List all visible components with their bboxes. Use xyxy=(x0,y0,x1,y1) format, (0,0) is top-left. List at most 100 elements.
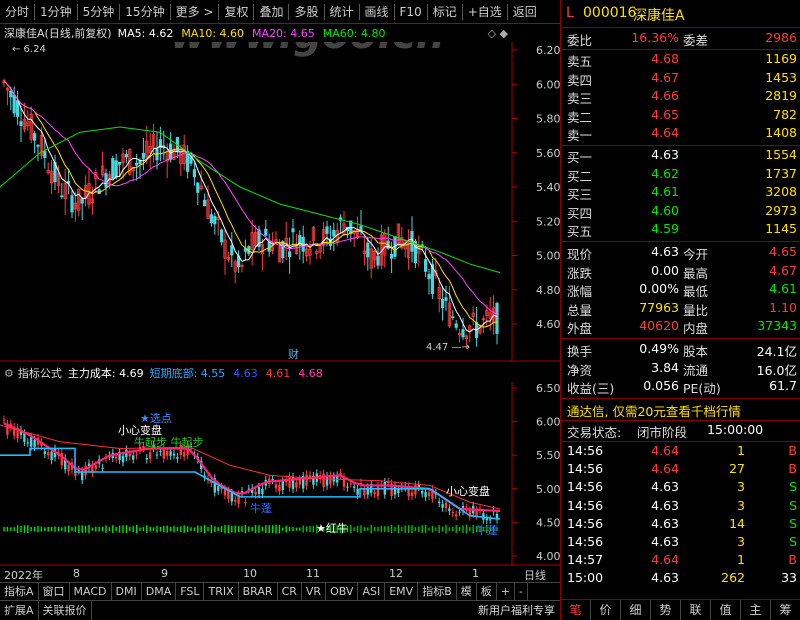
ind-value-3: 4.68 xyxy=(298,366,323,380)
bid-price: 4.60 xyxy=(651,202,679,218)
stat-label: 涨幅 xyxy=(567,284,593,300)
candle-body xyxy=(389,254,394,259)
indicator-tab-2[interactable]: MACD xyxy=(70,582,112,601)
panel-divider xyxy=(561,27,800,28)
sub-candle-body xyxy=(485,518,488,521)
tick-side: B xyxy=(788,461,797,477)
indicator-tab-3[interactable]: DMI xyxy=(112,582,142,601)
toolbar-item-12[interactable]: +自选 xyxy=(463,3,507,20)
panel-divider xyxy=(561,338,800,339)
ask-label: 卖五 xyxy=(567,54,593,69)
detail-tab-7[interactable]: 筹 xyxy=(771,600,800,620)
sub-candle-body xyxy=(288,476,291,488)
indicator-name[interactable]: 指标公式 xyxy=(18,365,62,381)
tick-row: 14:56 4.63 3 S xyxy=(561,479,800,498)
candle-body xyxy=(264,228,268,236)
indicator-tab-15[interactable]: 板 xyxy=(477,582,497,601)
ind-value-2: 4.61 xyxy=(265,366,291,380)
stat2-row: 净资 3.84 流通 16.0亿 xyxy=(561,360,800,379)
low-marker: 4.47 —→ xyxy=(426,342,470,353)
detail-tab-3[interactable]: 势 xyxy=(651,600,681,620)
detail-tab-2[interactable]: 细 xyxy=(621,600,651,620)
period-label[interactable]: 日线 xyxy=(524,567,546,583)
indicator-tab-11[interactable]: ASI xyxy=(358,582,386,601)
detail-tab-5[interactable]: 值 xyxy=(711,600,741,620)
toolbar-item-6[interactable]: 叠加 xyxy=(254,3,288,20)
stat-value: 16.0亿 xyxy=(756,362,797,378)
indicator-tab-4[interactable]: DMA xyxy=(142,582,177,601)
candle-body xyxy=(104,173,108,188)
candle-body xyxy=(36,144,40,147)
indicator-tab-5[interactable]: FSL xyxy=(176,582,205,601)
toolbar-item-3[interactable]: 15分钟 xyxy=(120,3,169,20)
stat-label: 内盘 xyxy=(683,321,709,337)
detail-tab-4[interactable]: 联 xyxy=(681,600,711,620)
indicator-tab-16[interactable]: + xyxy=(497,582,515,601)
toolbar-item-5[interactable]: 复权 xyxy=(219,3,253,20)
toolbar-item-0[interactable]: 分时 xyxy=(0,3,34,20)
ask-volume: 1169 xyxy=(765,51,797,66)
indicator-tab-0[interactable]: 指标A xyxy=(0,582,39,601)
indicator-gear-icon[interactable]: ⚙ xyxy=(0,367,18,380)
candle-body xyxy=(70,195,74,213)
stat-value: 0.00 xyxy=(651,262,679,278)
ask-volume: 2819 xyxy=(765,88,797,104)
indicator-tab-8[interactable]: CR xyxy=(278,582,302,601)
stat-row: 涨跌 0.00 最高 4.67 xyxy=(561,263,800,282)
tick-time: 15:00 xyxy=(567,570,604,586)
detail-tab-1[interactable]: 价 xyxy=(591,600,621,620)
status-related-quote[interactable]: 关联报价 xyxy=(39,601,92,620)
chart-title-bar: 深康佳A(日线,前复权) MA5: 4.62 MA10: 4.60 MA20: … xyxy=(0,24,512,42)
toolbar-item-2[interactable]: 5分钟 xyxy=(78,3,120,20)
indicator-chart[interactable]: 6.506.005.505.004.504.00★选点小心变盘牛起步 牛起步小心… xyxy=(0,382,560,566)
toolbar-item-4[interactable]: 更多 > xyxy=(171,3,219,20)
indicator-tab-9[interactable]: VR xyxy=(302,582,327,601)
date-sep: 9 xyxy=(161,567,168,580)
toolbar-item-8[interactable]: 统计 xyxy=(325,3,359,20)
tick-volume: 14 xyxy=(729,515,745,531)
sub-candle-body xyxy=(234,499,237,502)
sub-candle-body xyxy=(451,512,454,514)
toolbar-item-7[interactable]: 多股 xyxy=(289,3,323,20)
promo-row[interactable]: 通达信, 仅需20元查看千档行情 xyxy=(561,401,800,420)
weibi-label: 委比 xyxy=(567,33,593,48)
candle-body xyxy=(376,255,380,266)
ask-price: 4.64 xyxy=(651,125,679,141)
toolbar-item-1[interactable]: 1分钟 xyxy=(35,3,77,20)
sub-candle-body xyxy=(421,490,424,494)
new-user-promo[interactable]: 新用户福利专享 xyxy=(478,602,555,618)
tick-side: 33 xyxy=(781,570,797,586)
chart-settings-icon[interactable]: ◇ ◆ xyxy=(488,27,512,40)
indicator-tab-14[interactable]: 模 xyxy=(457,582,477,601)
toolbar-item-9[interactable]: 画线 xyxy=(360,3,394,20)
tick-side: S xyxy=(789,534,797,549)
status-expand[interactable]: 扩展A xyxy=(0,601,39,620)
date-nov: 11 xyxy=(306,567,320,580)
indicator-tab-1[interactable]: 窗口 xyxy=(39,582,70,601)
indicator-tab-12[interactable]: EMV xyxy=(385,582,419,601)
bid-row: 买一 4.63 1554 xyxy=(561,147,800,166)
sub-candle-body xyxy=(128,453,131,457)
candle-body xyxy=(19,121,23,126)
detail-tab-6[interactable]: 主 xyxy=(741,600,771,620)
toolbar-item-10[interactable]: F10 xyxy=(395,5,427,19)
toolbar-item-13[interactable]: 返回 xyxy=(508,3,542,20)
stat-value: 4.65 xyxy=(769,244,797,259)
sub-candle-body xyxy=(458,511,461,513)
indicator-tab-6[interactable]: TRIX xyxy=(204,582,239,601)
finance-marker[interactable]: 财 xyxy=(288,347,299,361)
tick-time: 14:56 xyxy=(567,461,604,477)
sub-candle-body xyxy=(356,488,359,495)
stat-value: 61.7 xyxy=(769,378,797,394)
bid-row: 买四 4.60 2973 xyxy=(561,203,800,222)
stat2-row: 换手 0.49% 股本 24.1亿 xyxy=(561,341,800,360)
toolbar-item-11[interactable]: 标记 xyxy=(428,3,462,20)
kline-chart[interactable]: 6.20 6.00 5.80 5.60 5.40 5.20 5.00 4.80 4.60 www.… xyxy=(0,42,560,362)
weibi-value: 16.36% xyxy=(631,30,679,45)
sub-candle-body xyxy=(298,479,301,485)
indicator-tab-13[interactable]: 指标B xyxy=(418,582,457,601)
indicator-tab-7[interactable]: BRAR xyxy=(239,582,278,601)
indicator-tab-10[interactable]: OBV xyxy=(326,582,359,601)
detail-tab-0[interactable]: 笔 xyxy=(561,600,591,620)
indicator-tab-17[interactable]: - xyxy=(515,582,528,601)
